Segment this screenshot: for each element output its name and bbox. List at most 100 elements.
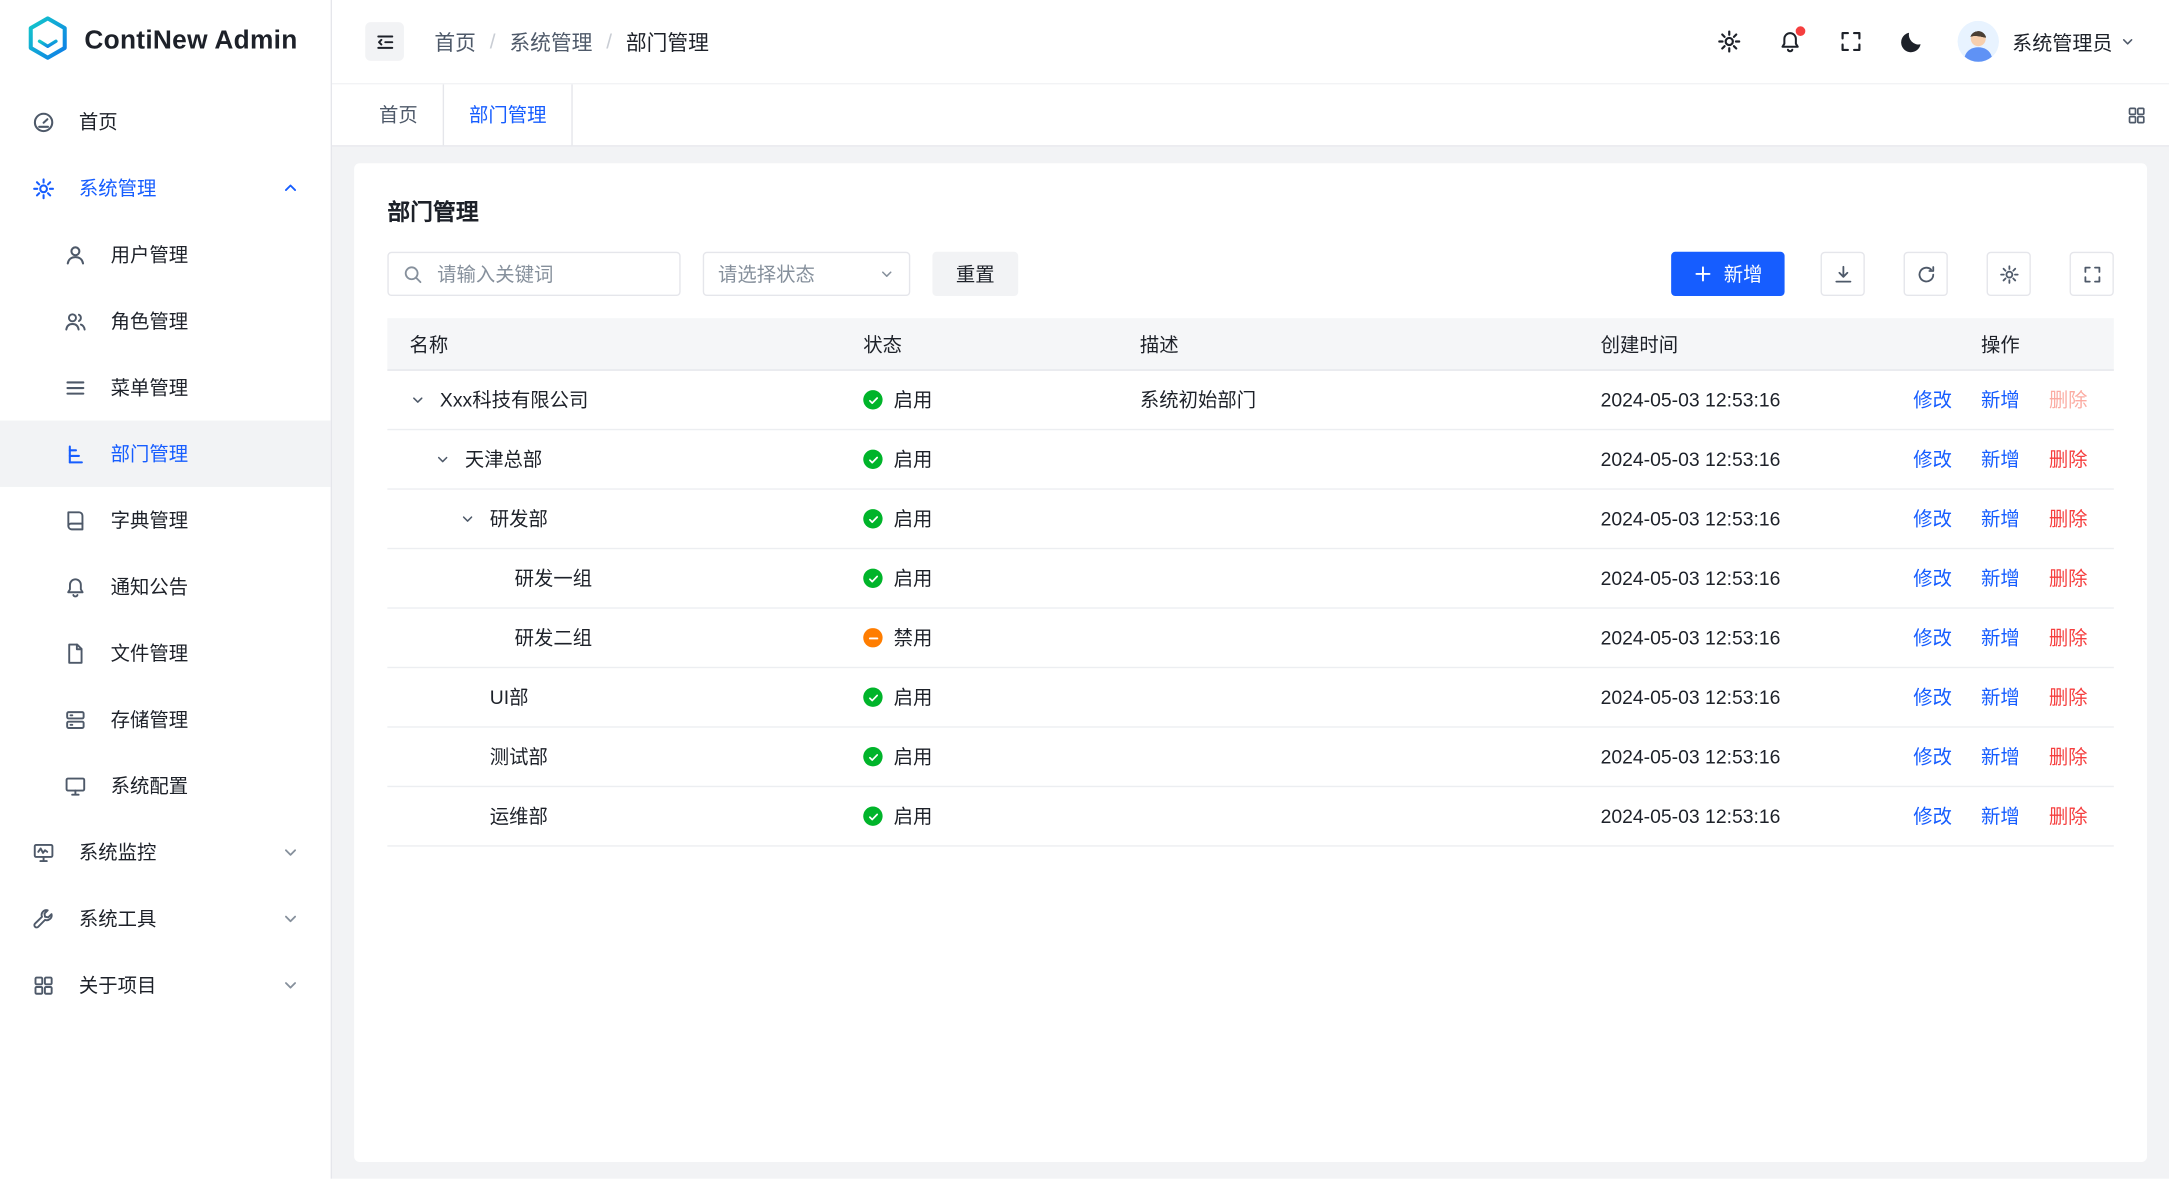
user-name: 系统管理员	[2012, 27, 2112, 56]
column-settings-button[interactable]	[1987, 252, 2031, 296]
delete-link[interactable]: 删除	[2049, 564, 2088, 592]
department-table: 名称 状态 描述 创建时间 操作 Xxx科技有限公司	[387, 318, 2113, 846]
sidebar-item-system-management[interactable]: 系统管理	[0, 155, 331, 221]
status-enabled-icon	[863, 747, 882, 766]
breadcrumb-item-home[interactable]: 首页	[434, 27, 476, 56]
delete-link[interactable]: 删除	[2049, 505, 2088, 533]
delete-link[interactable]: 删除	[2049, 683, 2088, 711]
reset-button[interactable]: 重置	[932, 252, 1018, 296]
sidebar-item-label: 系统配置	[111, 772, 188, 800]
sidebar-item-system-monitor[interactable]: 系统监控	[0, 819, 331, 885]
fullscreen-icon[interactable]	[1838, 29, 1863, 54]
dark-mode-moon-icon[interactable]	[1899, 29, 1924, 54]
add-link[interactable]: 新增	[1981, 445, 2020, 473]
actions-cell: 修改 新增 删除	[1887, 564, 2114, 592]
sidebar-item-file-management[interactable]: 文件管理	[0, 620, 331, 686]
dept-name: 运维部	[490, 802, 548, 830]
sidebar-item-label: 系统工具	[79, 905, 156, 933]
modify-link[interactable]: 修改	[1913, 802, 1952, 830]
status-enabled-icon	[863, 807, 882, 826]
sidebar-item-home[interactable]: 首页	[0, 89, 331, 155]
sidebar-item-user-management[interactable]: 用户管理	[0, 221, 331, 287]
actions-cell: 修改 新增 删除	[1887, 683, 2114, 711]
refresh-button[interactable]	[1904, 252, 1948, 296]
modify-link[interactable]: 修改	[1913, 683, 1952, 711]
gear-icon	[32, 176, 56, 200]
user-avatar[interactable]	[1957, 21, 1999, 63]
created-time: 2024-05-03 12:53:16	[1578, 805, 1886, 827]
modify-link[interactable]: 修改	[1913, 564, 1952, 592]
delete-link[interactable]: 删除	[2049, 743, 2088, 771]
sidebar-item-label: 用户管理	[111, 241, 188, 269]
search-input[interactable]	[434, 261, 665, 286]
column-header-description: 描述	[1118, 330, 1579, 358]
modify-link[interactable]: 修改	[1913, 743, 1952, 771]
plus-icon	[1693, 264, 1712, 283]
delete-link[interactable]: 删除	[2049, 624, 2088, 652]
sidebar-item-role-management[interactable]: 角色管理	[0, 288, 331, 354]
column-header-name: 名称	[387, 330, 841, 358]
sidebar-item-dictionary-management[interactable]: 字典管理	[0, 487, 331, 553]
column-header-created: 创建时间	[1578, 330, 1886, 358]
table-fullscreen-button[interactable]	[2070, 252, 2114, 296]
delete-link[interactable]: 删除	[2049, 386, 2088, 414]
chevron-up-icon	[281, 178, 300, 197]
status-disabled-icon	[863, 628, 882, 647]
notification-bell-icon[interactable]	[1777, 29, 1802, 54]
collapse-caret-icon[interactable]	[409, 392, 428, 409]
sidebar-item-menu-management[interactable]: 菜单管理	[0, 354, 331, 420]
sidebar-item-notice[interactable]: 通知公告	[0, 553, 331, 619]
sidebar-collapse-button[interactable]	[365, 22, 404, 61]
add-button[interactable]: 新增	[1671, 252, 1784, 296]
sidebar-item-label: 存储管理	[111, 706, 188, 734]
dept-name: 测试部	[490, 743, 548, 771]
add-link[interactable]: 新增	[1981, 386, 2020, 414]
sidebar-item-department-management[interactable]: 部门管理	[0, 421, 331, 487]
sidebar-item-label: 通知公告	[111, 573, 188, 601]
tab-actions-grid-icon[interactable]	[2104, 84, 2169, 145]
users-icon	[64, 309, 88, 333]
modify-link[interactable]: 修改	[1913, 386, 1952, 414]
table-row: 研发二组 禁用 2024-05-03 12:53:16 修改 新增 删除	[387, 609, 2113, 668]
add-link[interactable]: 新增	[1981, 624, 2020, 652]
sidebar-item-label: 角色管理	[111, 307, 188, 335]
table-row: 研发部 启用 2024-05-03 12:53:16 修改 新增 删除	[387, 490, 2113, 549]
delete-link[interactable]: 删除	[2049, 802, 2088, 830]
breadcrumb-item-department[interactable]: 部门管理	[626, 27, 709, 56]
app-logo-icon	[25, 15, 71, 68]
modify-link[interactable]: 修改	[1913, 445, 1952, 473]
collapse-caret-icon[interactable]	[459, 510, 478, 527]
logo-row[interactable]: ContiNew Admin	[0, 0, 331, 83]
delete-link[interactable]: 删除	[2049, 445, 2088, 473]
collapse-caret-icon[interactable]	[434, 451, 453, 468]
sidebar-item-label: 菜单管理	[111, 374, 188, 402]
status-select[interactable]: 请选择状态	[703, 252, 911, 296]
page-title: 部门管理	[387, 194, 2113, 227]
add-link[interactable]: 新增	[1981, 564, 2020, 592]
created-time: 2024-05-03 12:53:16	[1578, 746, 1886, 768]
actions-cell: 修改 新增 删除	[1887, 624, 2114, 652]
name-cell: 研发一组	[387, 564, 841, 592]
sidebar-item-system-config[interactable]: 系统配置	[0, 753, 331, 819]
export-button[interactable]	[1821, 252, 1865, 296]
sidebar-item-system-tools[interactable]: 系统工具	[0, 885, 331, 951]
status-text: 启用	[894, 564, 933, 592]
tab-department-management[interactable]: 部门管理	[443, 84, 573, 145]
add-link[interactable]: 新增	[1981, 743, 2020, 771]
dept-desc: 系统初始部门	[1118, 386, 1579, 414]
add-link[interactable]: 新增	[1981, 505, 2020, 533]
download-icon	[1832, 264, 1853, 285]
modify-link[interactable]: 修改	[1913, 505, 1952, 533]
add-link[interactable]: 新增	[1981, 683, 2020, 711]
modify-link[interactable]: 修改	[1913, 624, 1952, 652]
tab-bar: 首页 部门管理	[332, 83, 2169, 147]
add-link[interactable]: 新增	[1981, 802, 2020, 830]
settings-gear-icon[interactable]	[1716, 29, 1741, 54]
tab-label: 部门管理	[469, 101, 546, 129]
sidebar-item-storage-management[interactable]: 存储管理	[0, 686, 331, 752]
user-menu[interactable]: 系统管理员	[2012, 27, 2136, 56]
tab-home[interactable]: 首页	[354, 84, 443, 145]
sidebar-item-about-project[interactable]: 关于项目	[0, 952, 331, 1018]
chevron-down-icon	[878, 266, 895, 283]
breadcrumb-item-system[interactable]: 系统管理	[509, 27, 592, 56]
